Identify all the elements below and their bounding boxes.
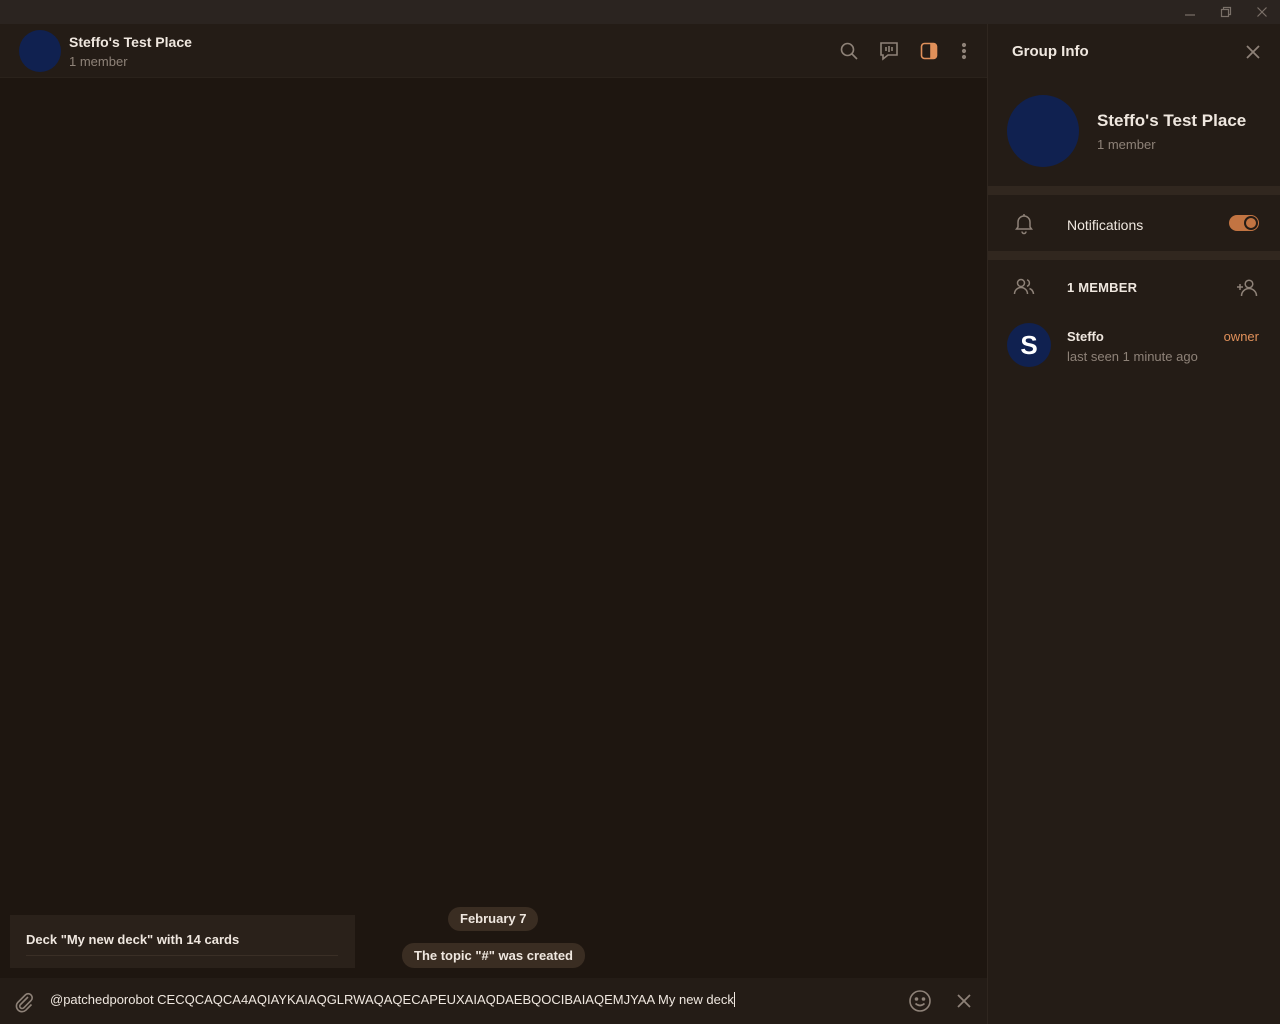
notifications-toggle[interactable] [1229,215,1259,231]
member-role-badge: owner [1223,329,1259,344]
group-avatar[interactable] [1007,95,1079,167]
minimize-icon[interactable] [1172,0,1208,24]
topics-icon[interactable] [876,38,902,64]
sidebar-toggle-icon[interactable] [916,38,942,64]
date-pill: February 7 [448,907,539,931]
more-icon[interactable] [951,38,977,64]
toggle-knob [1244,216,1258,230]
divider [26,955,338,956]
chat-avatar[interactable] [19,30,61,72]
emoji-icon[interactable] [907,988,933,1014]
service-message: The topic "#" was created [402,943,585,968]
avatar: S [1007,323,1051,367]
paperclip-icon[interactable] [12,990,36,1014]
close-icon[interactable] [1244,0,1280,24]
members-icon [1012,275,1036,299]
group-name: Steffo's Test Place [1097,111,1247,130]
notifications-label: Notifications [1067,217,1144,233]
cancel-icon[interactable] [954,991,974,1011]
panel-title: Group Info [1012,43,1089,60]
chat-header[interactable]: Steffo's Test Place 1 member [0,24,987,78]
group-info-panel: Group Info Steffo's Test Place 1 member … [988,24,1280,1024]
close-panel-icon[interactable] [1242,41,1264,63]
chat-subtitle: 1 member [69,54,128,69]
section-separator [988,251,1280,260]
restore-icon[interactable] [1208,0,1244,24]
group-member-count: 1 member [1097,137,1156,152]
message-input[interactable]: @patchedporobot CECQCAQCA4AQIAYKAIAQGLRW… [50,992,890,1007]
bell-icon [1012,211,1036,235]
chat-title[interactable]: Steffo's Test Place [69,34,192,50]
message-input-text: @patchedporobot CECQCAQCA4AQIAYKAIAQGLRW… [50,992,734,1007]
inline-bot-result[interactable]: Deck "My new deck" with 14 cards [10,915,355,968]
inline-result-title: Deck "My new deck" with 14 cards [26,932,240,947]
search-icon[interactable] [836,38,862,64]
message-composer: @patchedporobot CECQCAQCA4AQIAYKAIAQGLRW… [0,978,987,1024]
window-titlebar [0,0,1280,24]
member-name: Steffo [1067,329,1104,344]
chat-area: Steffo's Test Place 1 member February 7 … [0,24,987,1024]
section-separator [988,186,1280,195]
text-caret [733,992,735,1007]
member-row[interactable]: S Steffo last seen 1 minute ago owner [988,320,1280,372]
add-member-icon[interactable] [1236,276,1260,300]
member-status: last seen 1 minute ago [1067,349,1198,364]
members-header: 1 MEMBER [1067,280,1138,295]
